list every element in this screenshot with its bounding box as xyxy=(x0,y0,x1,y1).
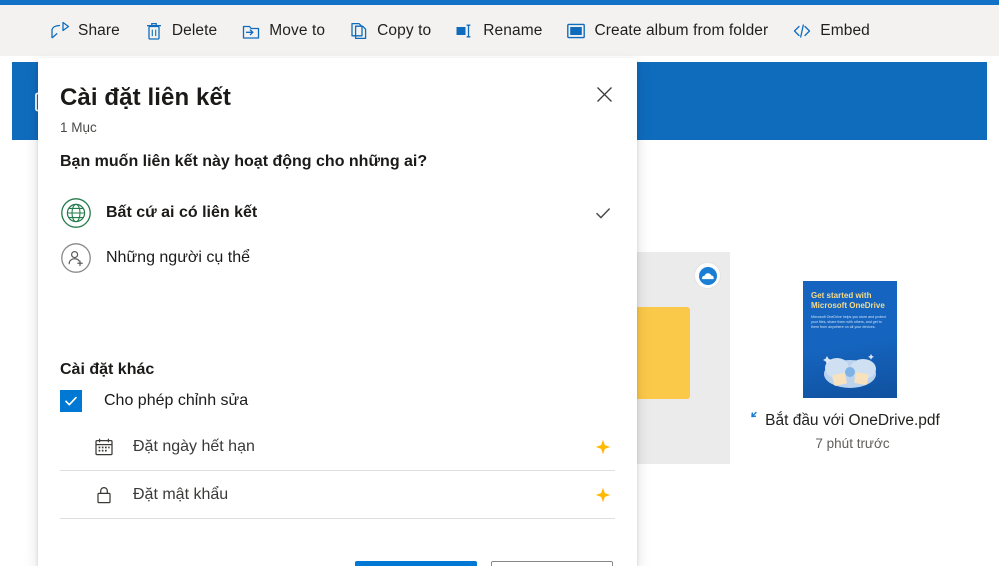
command-label: Rename xyxy=(483,21,543,39)
embed-icon xyxy=(794,23,811,38)
premium-sparkle-icon xyxy=(595,439,611,455)
close-icon xyxy=(596,86,612,102)
pdf-thumb-title: Get started with Microsoft OneDrive xyxy=(811,291,885,310)
audience-option-specific-people[interactable]: Những người cụ thể xyxy=(48,236,627,280)
command-label: Embed xyxy=(820,21,870,39)
check-icon xyxy=(595,205,611,221)
file-name: Bắt đầu với OneDrive.pdf xyxy=(765,412,940,429)
lock-icon xyxy=(94,485,114,505)
set-password-row[interactable]: Đặt mật khẩu xyxy=(60,471,615,519)
rename-icon xyxy=(456,24,471,37)
dialog-title: Cài đặt liên kết xyxy=(60,84,231,111)
set-expiration-date-label: Đặt ngày hết hạn xyxy=(133,437,255,455)
apply-button[interactable]: Áp dụng xyxy=(355,561,477,566)
dialog-footer: Áp dụng Hủy bỏ xyxy=(38,561,637,566)
command-create-album[interactable]: Create album from folder xyxy=(554,11,780,51)
checkbox-checked-icon xyxy=(60,390,82,412)
file-modified: 7 phút trước xyxy=(815,436,890,451)
command-embed[interactable]: Embed xyxy=(780,11,882,51)
cancel-button[interactable]: Hủy bỏ xyxy=(491,561,613,566)
command-rename[interactable]: Rename xyxy=(443,11,554,51)
command-delete[interactable]: Delete xyxy=(132,11,229,51)
share-icon xyxy=(51,21,70,38)
audience-option-anyone[interactable]: Bất cứ ai có liên kết xyxy=(48,191,627,235)
command-label: Copy to xyxy=(377,21,432,39)
trash-icon xyxy=(146,22,161,40)
pdf-thumb-body: Microsoft OneDrive helps you store and p… xyxy=(811,315,887,330)
command-bar: Share Delete Move to Copy to Rename Crea… xyxy=(0,5,999,56)
command-copy-to[interactable]: Copy to xyxy=(337,11,443,51)
copy-to-icon xyxy=(351,22,367,39)
audience-option-label: Những người cụ thể xyxy=(106,249,250,266)
calendar-icon xyxy=(94,437,114,457)
move-to-icon xyxy=(243,25,260,39)
command-label: Delete xyxy=(171,21,218,39)
file-tile-photos[interactable]: c ảnh ước xyxy=(570,252,730,464)
command-share[interactable]: Share xyxy=(38,11,132,51)
premium-sparkle-icon xyxy=(595,487,611,503)
set-password-label: Đặt mật khẩu xyxy=(133,485,229,503)
people-add-icon xyxy=(60,242,92,274)
set-expiration-date-row[interactable]: Đặt ngày hết hạn xyxy=(60,423,615,471)
app-root: Share Delete Move to Copy to Rename Crea… xyxy=(0,0,999,566)
command-label: Create album from folder xyxy=(594,21,769,39)
onedrive-cloud-icon xyxy=(698,266,717,285)
command-move-to[interactable]: Move to xyxy=(229,11,337,51)
audience-question: Bạn muốn liên kết này hoạt động cho nhữn… xyxy=(60,153,428,170)
audience-option-label: Bất cứ ai có liên kết xyxy=(106,204,258,221)
onedrive-badge xyxy=(694,262,721,289)
close-button[interactable] xyxy=(587,77,621,111)
dialog-item-count: 1 Mục xyxy=(60,120,97,135)
link-settings-dialog: Cài đặt liên kết 1 Mục Bạn muốn liên kết… xyxy=(38,58,637,566)
album-icon xyxy=(567,23,586,38)
other-settings-title: Cài đặt khác xyxy=(60,361,155,378)
allow-edit-label: Cho phép chỉnh sửa xyxy=(104,392,249,409)
command-label: Move to xyxy=(269,21,326,39)
globe-icon xyxy=(60,197,92,229)
pdf-thumbnail: Get started with Microsoft OneDrive Micr… xyxy=(803,281,897,398)
command-label: Share xyxy=(78,21,120,39)
allow-edit-checkbox-row[interactable]: Cho phép chỉnh sửa xyxy=(60,390,248,412)
cloud-illustration-icon xyxy=(823,354,876,388)
